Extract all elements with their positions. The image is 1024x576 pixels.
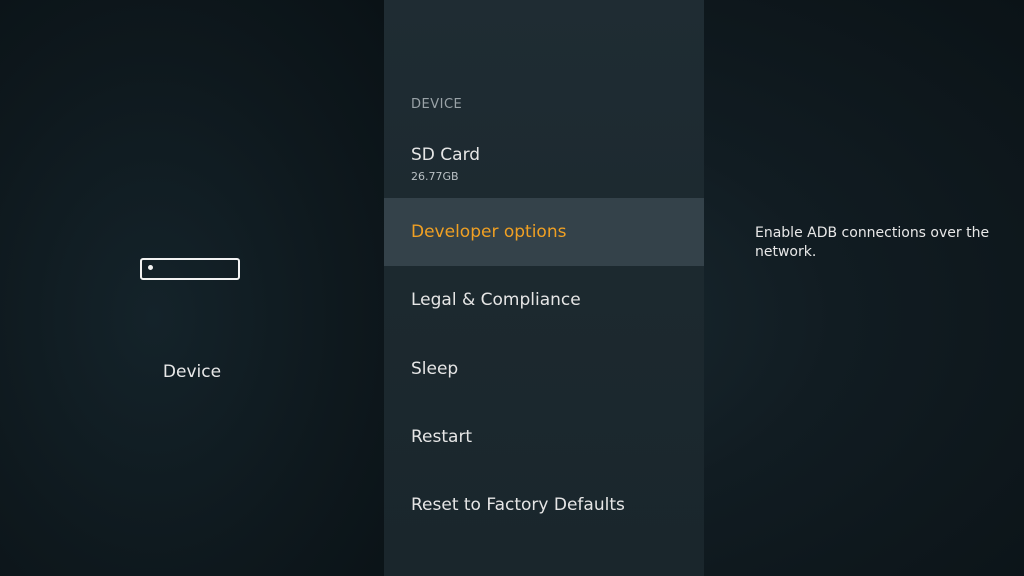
menu-item-label: SD Card (411, 145, 481, 165)
menu-item-sd-card[interactable]: SD Card 26.77GB (384, 130, 704, 198)
menu-item-label: Legal & Compliance (411, 290, 581, 310)
menu-item-developer-options[interactable]: Developer options (384, 198, 704, 266)
menu-item-label: Reset to Factory Defaults (411, 495, 625, 515)
category-panel: Device (0, 0, 384, 576)
menu-item-restart[interactable]: Restart (384, 402, 704, 470)
settings-menu: DEVICE SD Card 26.77GB Developer options… (384, 0, 704, 576)
category-label-text: Device (162, 362, 222, 382)
menu-item-sleep[interactable]: Sleep (384, 334, 704, 402)
menu-item-label: Restart (411, 427, 473, 447)
item-description: Enable ADB connections over the network. (755, 225, 990, 260)
menu-item-reset-factory-defaults[interactable]: Reset to Factory Defaults (384, 470, 704, 538)
menu-item-label: Sleep (411, 359, 459, 379)
menu-item-label: Developer options (411, 222, 567, 242)
section-header: DEVICE (411, 97, 463, 112)
detail-panel: Enable ADB connections over the network. (704, 0, 1024, 576)
menu-item-sublabel: 26.77GB (411, 170, 459, 183)
menu-item-legal-compliance[interactable]: Legal & Compliance (384, 266, 704, 334)
category-label: Device (0, 362, 384, 382)
device-led-icon (148, 265, 153, 270)
fire-tv-device-icon (140, 258, 240, 280)
settings-screen: Device DEVICE SD Card 26.77GB Developer … (0, 0, 1024, 576)
